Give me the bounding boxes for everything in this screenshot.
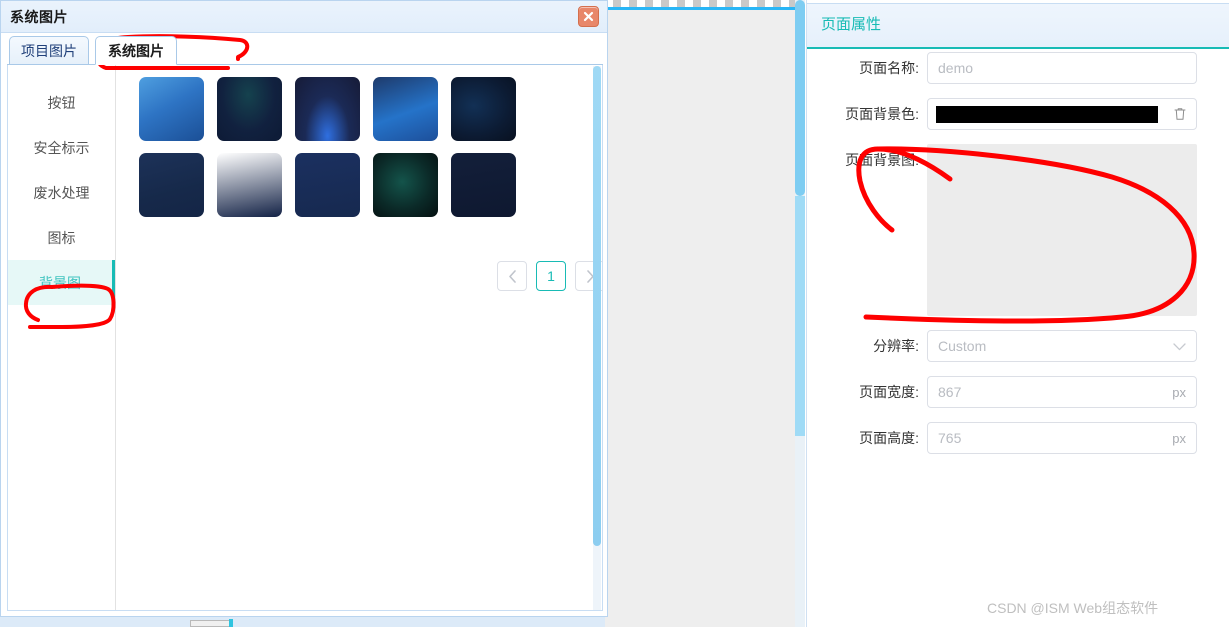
bottom-accent-fragment xyxy=(229,619,233,627)
page-properties-panel: 页面属性 页面名称: demo 页面背景色: 页面背景图: 分辨率: Custo… xyxy=(806,0,1229,627)
dialog-title: 系统图片 xyxy=(10,9,68,25)
field-row-page-name: 页面名称: demo xyxy=(807,52,1229,84)
image-thumbnail-dark-teal-glow[interactable] xyxy=(217,77,282,141)
label-page-width: 页面宽度: xyxy=(859,384,919,400)
page-bgcolor-picker[interactable] xyxy=(927,98,1197,130)
page-properties-form: 页面名称: demo 页面背景色: 页面背景图: 分辨率: Custom 页面宽… xyxy=(807,52,1229,468)
label-resolution: 分辨率: xyxy=(873,338,919,354)
resolution-select[interactable]: Custom xyxy=(927,330,1197,362)
page-width-unit: px xyxy=(1172,384,1186,400)
sidebar-item-icons[interactable]: 图标 xyxy=(8,215,115,260)
pagination: 1 xyxy=(497,261,602,291)
chevron-down-icon xyxy=(1173,339,1186,354)
canvas-board xyxy=(605,0,805,627)
resolution-value: Custom xyxy=(938,338,987,354)
page-height-unit: px xyxy=(1172,430,1186,446)
page-height-input[interactable]: 765 px xyxy=(927,422,1197,454)
image-thumbnail-green-nebula[interactable] xyxy=(373,153,438,217)
label-page-bgimage: 页面背景图: xyxy=(845,152,919,168)
page-name-input[interactable]: demo xyxy=(927,52,1197,84)
image-thumbnail-world-map-blue[interactable] xyxy=(139,77,204,141)
image-thumbnail-world-map-navy[interactable] xyxy=(295,153,360,217)
pagination-prev-button[interactable] xyxy=(497,261,527,291)
field-row-page-bgimage: 页面背景图: xyxy=(807,144,1229,316)
page-height-value: 765 xyxy=(938,430,962,446)
image-thumbnail-grid xyxy=(139,77,589,217)
sidebar-item-safety-signs[interactable]: 安全标示 xyxy=(8,125,115,170)
image-thumbnail-blue-gradient-plain[interactable] xyxy=(373,77,438,141)
field-row-resolution: 分辨率: Custom xyxy=(807,330,1229,362)
canvas-selection-line xyxy=(607,7,803,10)
image-thumbnail-navy-flat[interactable] xyxy=(217,153,282,217)
field-row-page-height: 页面高度: 765 px xyxy=(807,422,1229,454)
page-name-value: demo xyxy=(938,60,974,76)
pagination-page-1[interactable]: 1 xyxy=(536,261,566,291)
sidebar-item-background-images[interactable]: 背景图 xyxy=(8,260,115,305)
watermark: CSDN @ISM Web组态软件 xyxy=(987,600,1159,616)
bottom-toolbar-fragment xyxy=(0,617,605,627)
sidebar-item-buttons[interactable]: 按钮 xyxy=(8,80,115,125)
image-thumbnail-circuit-dark-blue[interactable] xyxy=(451,77,516,141)
sidebar-item-wastewater[interactable]: 废水处理 xyxy=(8,170,115,215)
screen-root: 系统图片 项目图片 系统图片 按钮 安全标示 废水处理 图标 背景图 1 页面属… xyxy=(0,0,1229,627)
image-thumbnail-deep-navy-plain[interactable] xyxy=(139,153,204,217)
trash-icon[interactable] xyxy=(1172,106,1188,122)
image-grid-area: 1 xyxy=(117,65,602,610)
image-thumbnail-starfield-dark[interactable] xyxy=(451,153,516,217)
page-width-value: 867 xyxy=(938,384,962,400)
color-swatch[interactable] xyxy=(936,105,1158,123)
page-width-input[interactable]: 867 px xyxy=(927,376,1197,408)
dialog-category-sidebar: 按钮 安全标示 废水处理 图标 背景图 xyxy=(8,65,116,610)
canvas-scrollbar-thumb[interactable] xyxy=(795,0,805,196)
dialog-body: 按钮 安全标示 废水处理 图标 背景图 1 xyxy=(7,65,603,611)
bottom-input-fragment[interactable] xyxy=(190,620,232,627)
tab-project-images[interactable]: 项目图片 xyxy=(9,36,89,65)
system-images-dialog: 系统图片 项目图片 系统图片 按钮 安全标示 废水处理 图标 背景图 1 xyxy=(0,0,608,617)
dialog-tabbar: 项目图片 系统图片 xyxy=(7,36,603,65)
field-row-page-width: 页面宽度: 867 px xyxy=(807,376,1229,408)
field-row-page-bgcolor: 页面背景色: xyxy=(807,98,1229,130)
tab-system-images[interactable]: 系统图片 xyxy=(95,36,177,65)
label-page-height: 页面高度: xyxy=(859,430,919,446)
close-icon[interactable] xyxy=(578,6,599,27)
label-page-name: 页面名称: xyxy=(859,60,919,76)
tab-page-properties[interactable]: 页面属性 xyxy=(821,13,881,34)
dialog-scrollbar-thumb[interactable] xyxy=(593,66,601,546)
label-page-bgcolor: 页面背景色: xyxy=(845,106,919,122)
image-thumbnail-blue-arc-night[interactable] xyxy=(295,77,360,141)
page-bgimage-dropzone[interactable] xyxy=(927,144,1197,316)
dialog-header xyxy=(1,1,607,33)
canvas-scrollbar-thumb-lower[interactable] xyxy=(795,196,805,436)
